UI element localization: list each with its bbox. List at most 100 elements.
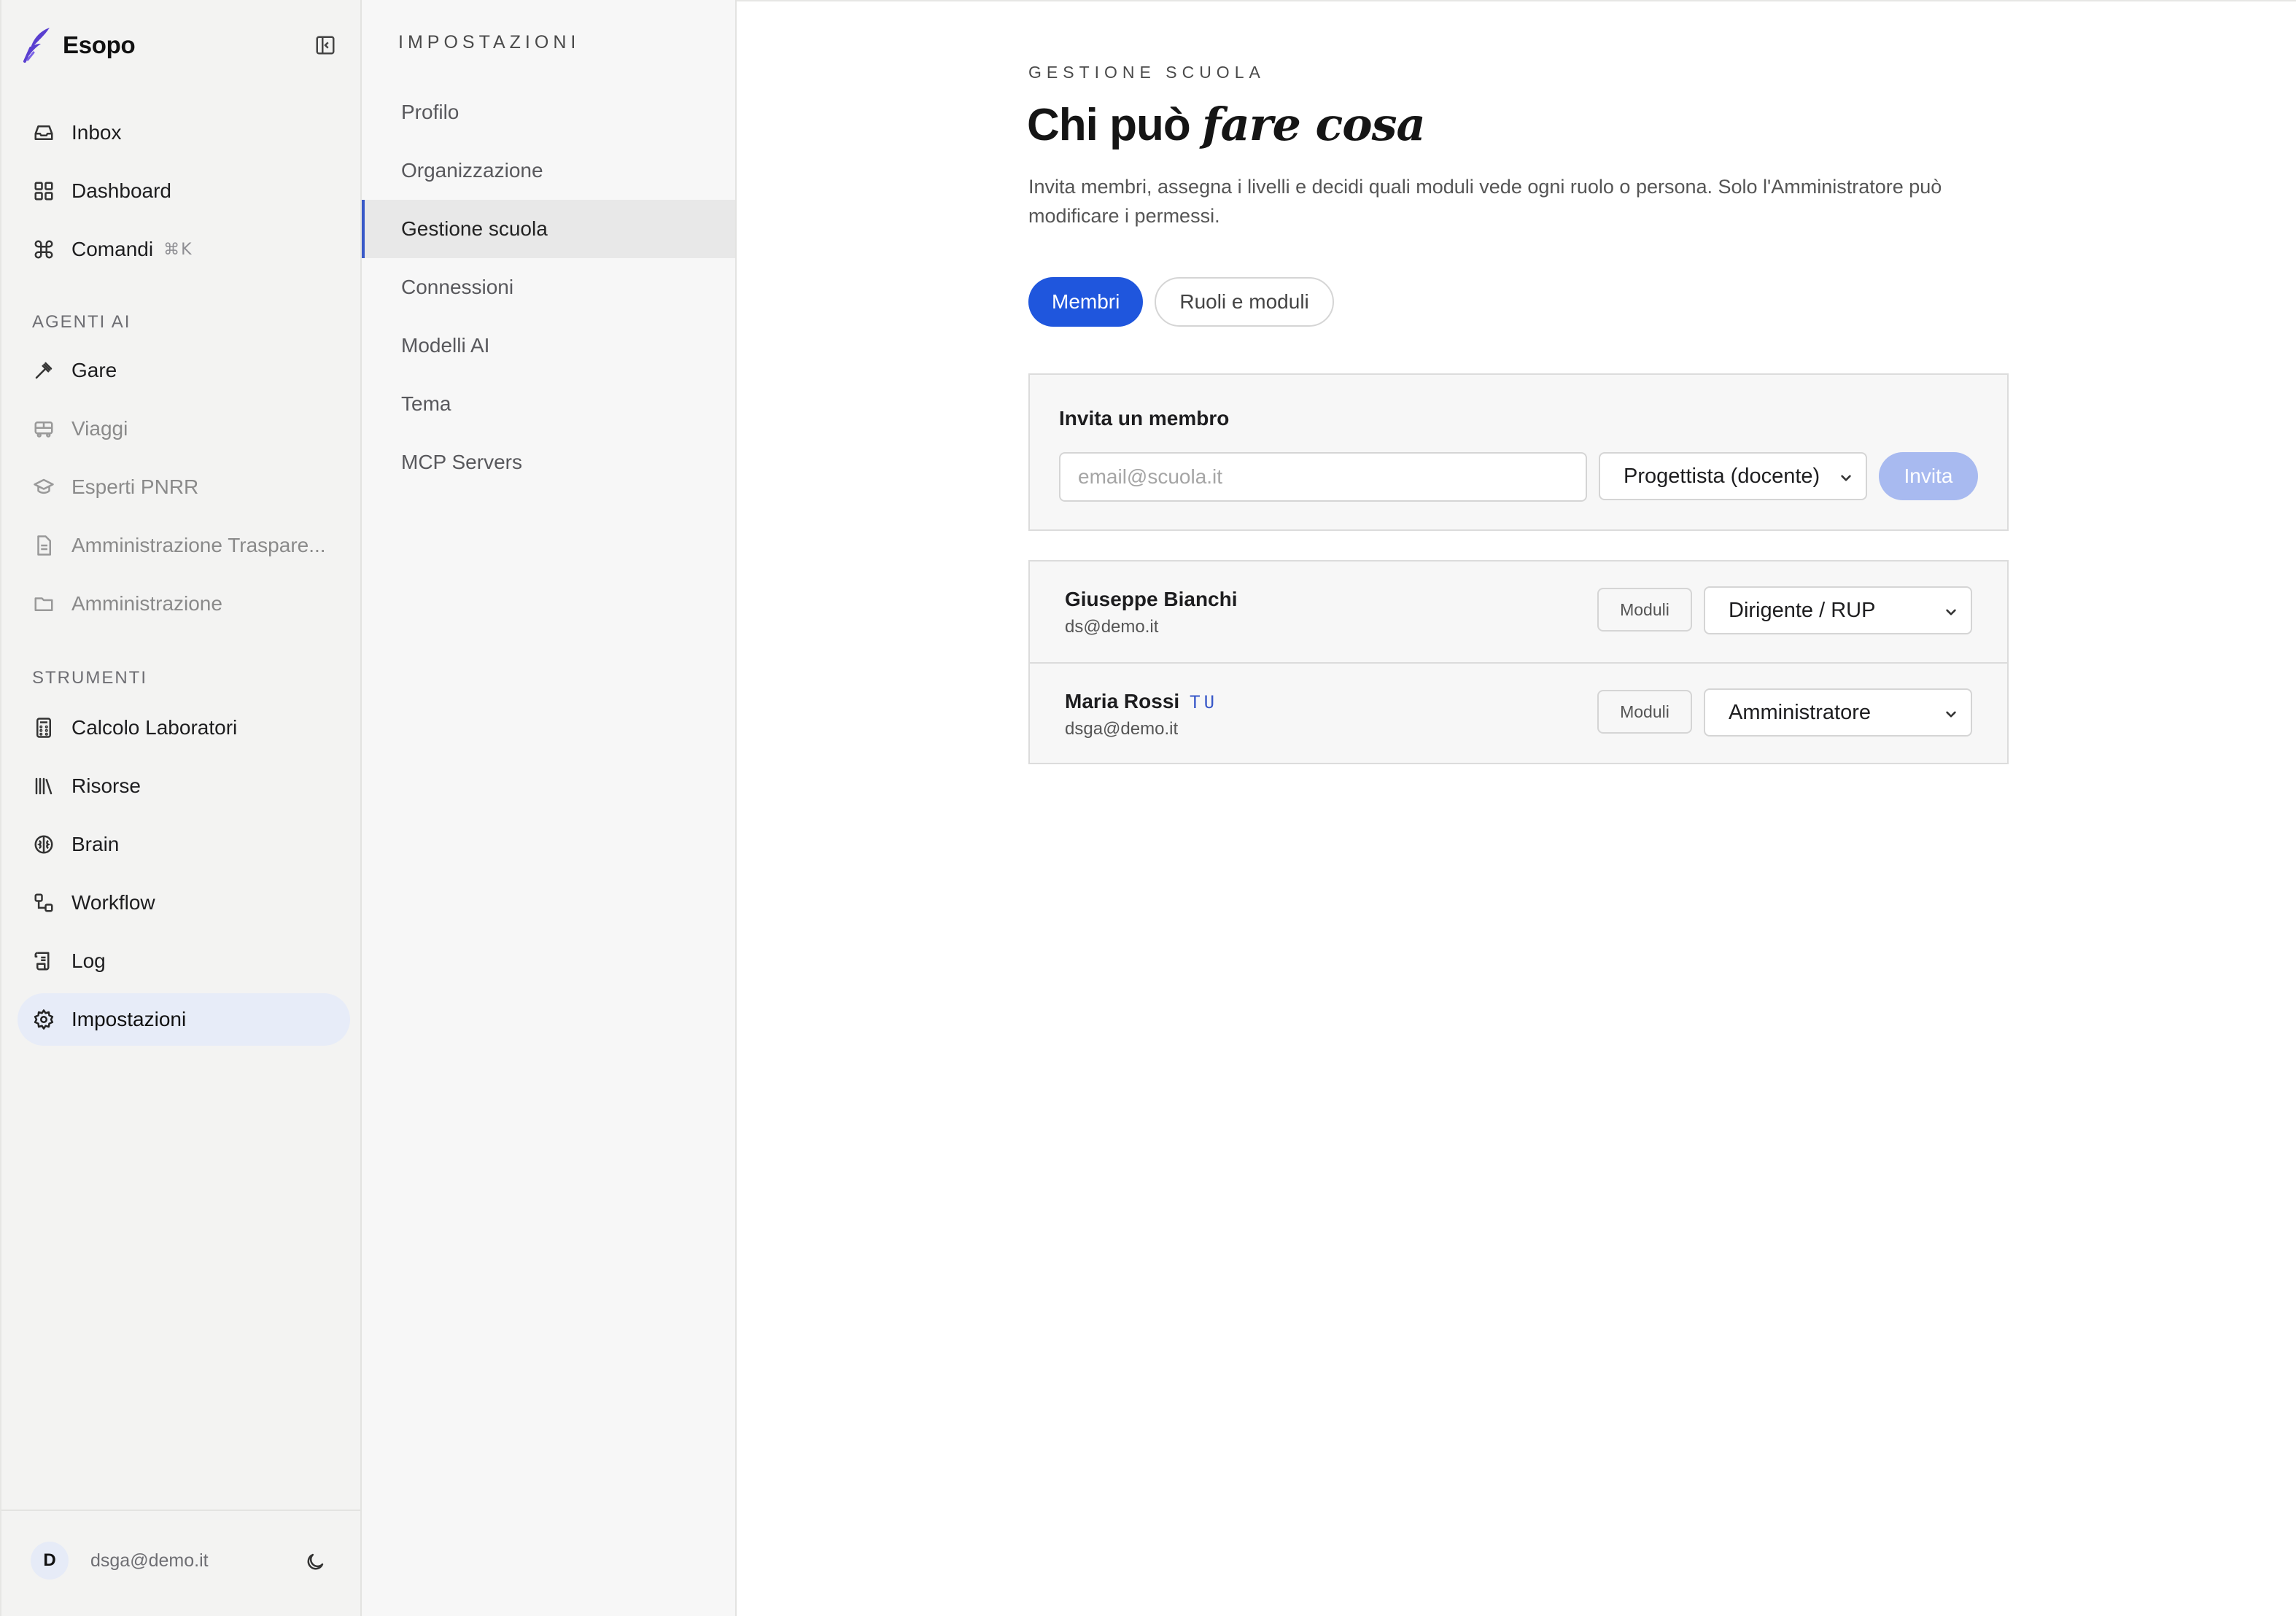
gavel-icon (31, 357, 57, 384)
command-icon (31, 236, 57, 263)
brain-icon (31, 831, 57, 858)
invite-card: Invita un membro Progettista (docente) I… (1028, 373, 2009, 531)
sidebar-item-risorse[interactable]: Risorse (18, 760, 350, 812)
member-name-text: Maria Rossi (1065, 690, 1180, 712)
section-title-tools: STRUMENTI (32, 668, 147, 688)
sidebar-item-brain[interactable]: Brain (18, 818, 350, 871)
sidebar-item-label: Log (71, 949, 106, 972)
brand[interactable]: Esopo (22, 25, 136, 66)
settings-item-label: Profilo (401, 101, 459, 123)
grid-icon (31, 178, 57, 204)
page-description: Invita membri, assegna i livelli e decid… (1028, 176, 1942, 227)
sidebar-item-label: Risorse (71, 774, 141, 797)
sidebar-item-esperti-pnrr[interactable]: Esperti PNRR (18, 461, 350, 513)
settings-item-label: Tema (401, 392, 451, 415)
member-email: dsga@demo.it (1065, 719, 1179, 739)
settings-nav: IMPOSTAZIONI Profilo Organizzazione Gest… (362, 0, 737, 1616)
sidebar-item-workflow[interactable]: Workflow (18, 877, 350, 929)
member-role-select[interactable]: Amministratore (1704, 688, 1972, 737)
sidebar-item-impostazioni[interactable]: Impostazioni (18, 993, 350, 1046)
graduation-cap-icon (31, 474, 57, 500)
section-title-agents: AGENTI AI (32, 312, 131, 332)
bus-icon (31, 416, 57, 442)
invite-role-value: Progettista (docente) (1624, 464, 1820, 488)
invite-button[interactable]: Invita (1879, 452, 1978, 500)
avatar[interactable]: D (31, 1542, 69, 1580)
email-field[interactable] (1059, 452, 1587, 502)
sidebar: Esopo Inbox Dashboard Comandi ⌘K AGENTI … (0, 0, 362, 1616)
sidebar-item-label: Amministrazione Traspare... (71, 534, 326, 556)
sidebar-item-amministrazione[interactable]: Amministrazione (18, 578, 350, 630)
settings-item-label: Modelli AI (401, 334, 490, 357)
member-name-text: Giuseppe Bianchi (1065, 588, 1238, 610)
member-email: ds@demo.it (1065, 617, 1159, 637)
moduli-button[interactable]: Moduli (1597, 690, 1692, 734)
sidebar-item-label: Comandi (71, 238, 154, 260)
user-email: dsga@demo.it (90, 1550, 209, 1571)
sidebar-collapse-button[interactable] (311, 31, 340, 60)
member-row: Giuseppe Bianchi ds@demo.it Moduli Dirig… (1030, 562, 2007, 662)
folder-icon (31, 591, 57, 617)
settings-item-tema[interactable]: Tema (362, 375, 735, 433)
settings-item-mcp-servers[interactable]: MCP Servers (362, 433, 735, 492)
page-title-plain: Chi può (1027, 100, 1191, 150)
library-icon (31, 773, 57, 799)
chevron-down-icon (1841, 475, 1851, 481)
sidebar-item-label: Viaggi (71, 417, 128, 440)
app-window: Esopo Inbox Dashboard Comandi ⌘K AGENTI … (0, 0, 2296, 1616)
settings-item-gestione-scuola[interactable]: Gestione scuola (362, 200, 735, 258)
current-user-badge: TU (1190, 692, 1219, 712)
main-content: GESTIONE SCUOLA Chi può fare cosa Invita… (737, 0, 2296, 1616)
sidebar-item-label: Gare (71, 359, 117, 381)
quill-logo-icon (23, 28, 50, 63)
member-role-value: Amministratore (1729, 700, 1871, 724)
settings-item-profilo[interactable]: Profilo (362, 83, 735, 141)
member-role-value: Dirigente / RUP (1729, 598, 1876, 622)
tab-ruoli-e-moduli[interactable]: Ruoli e moduli (1155, 277, 1334, 327)
tab-membri[interactable]: Membri (1028, 277, 1144, 327)
sidebar-item-gare[interactable]: Gare (18, 344, 350, 397)
sidebar-item-label: Esperti PNRR (71, 475, 199, 498)
members-list: Giuseppe Bianchi ds@demo.it Moduli Dirig… (1028, 560, 2009, 764)
sidebar-item-dashboard[interactable]: Dashboard (18, 165, 350, 217)
calculator-icon (31, 715, 57, 741)
settings-item-label: MCP Servers (401, 451, 522, 473)
theme-toggle-button[interactable] (300, 1547, 330, 1577)
member-name: Giuseppe Bianchi (1065, 588, 1238, 611)
settings-item-label: Gestione scuola (401, 217, 548, 240)
sidebar-item-log[interactable]: Log (18, 935, 350, 987)
document-icon (31, 532, 57, 559)
sidebar-item-comandi[interactable]: Comandi ⌘K (18, 223, 350, 276)
moon-icon (307, 1553, 324, 1570)
inbox-icon (31, 120, 57, 146)
member-name: Maria Rossi TU (1065, 690, 1218, 713)
member-role-select[interactable]: Dirigente / RUP (1704, 586, 1972, 634)
chevron-down-icon (1946, 711, 1956, 718)
sidebar-item-amministrazione-trasparente[interactable]: Amministrazione Traspare... (18, 519, 350, 572)
sidebar-item-calcolo-laboratori[interactable]: Calcolo Laboratori (18, 702, 350, 754)
gear-icon (31, 1006, 57, 1033)
invite-role-select[interactable]: Progettista (docente) (1599, 452, 1867, 500)
shortcut-hint: ⌘K (163, 240, 193, 259)
moduli-button[interactable]: Moduli (1597, 588, 1692, 632)
sidebar-item-label: Amministrazione (71, 592, 222, 615)
scroll-icon (31, 948, 57, 974)
settings-item-label: Organizzazione (401, 159, 543, 182)
page-eyebrow: GESTIONE SCUOLA (1028, 63, 1265, 82)
tabs: Membri Ruoli e moduli (1028, 277, 1346, 328)
app-name: Esopo (63, 31, 136, 58)
user-bar: D dsga@demo.it (1, 1510, 362, 1616)
workflow-icon (31, 890, 57, 916)
page-title-italic: fare cosa (1201, 98, 1426, 151)
sidebar-item-inbox[interactable]: Inbox (18, 106, 350, 159)
invite-title: Invita un membro (1059, 407, 1230, 430)
settings-item-connessioni[interactable]: Connessioni (362, 258, 735, 316)
sidebar-item-label: Impostazioni (71, 1008, 187, 1030)
settings-item-modelli-ai[interactable]: Modelli AI (362, 316, 735, 375)
sidebar-item-label: Brain (71, 833, 120, 855)
page-title: Chi può fare cosa (1027, 98, 1426, 151)
chevron-down-icon (1946, 609, 1956, 615)
settings-item-organizzazione[interactable]: Organizzazione (362, 141, 735, 200)
settings-nav-title: IMPOSTAZIONI (398, 32, 581, 53)
sidebar-item-viaggi[interactable]: Viaggi (18, 403, 350, 455)
